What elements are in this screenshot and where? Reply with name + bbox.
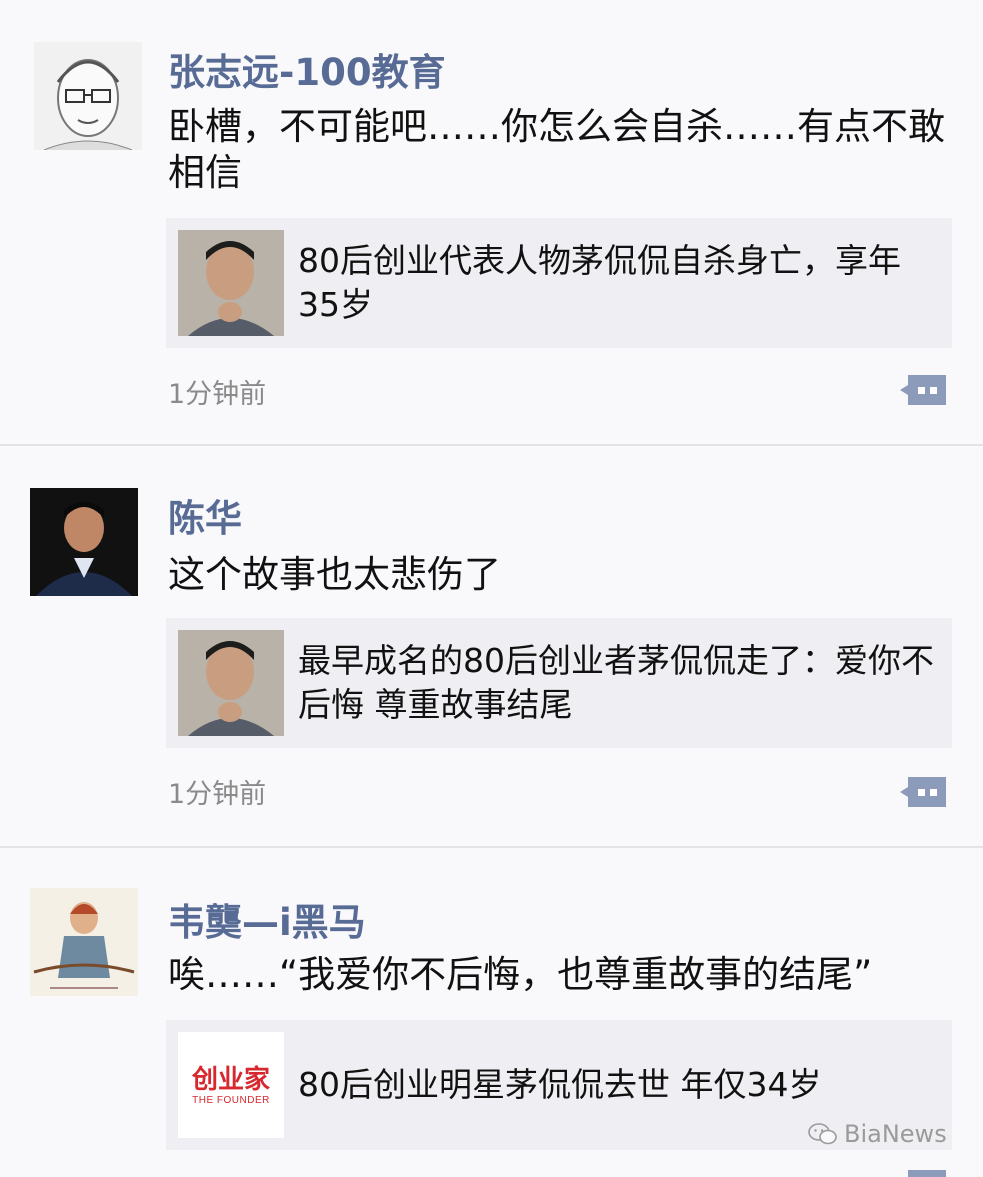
comment-icon [900,777,946,807]
watermark-text: BiaNews [844,1120,947,1148]
timestamp: 1分钟前 [168,379,267,410]
post-text: 这个故事也太悲伤了 [168,553,501,596]
comment-button[interactable] [898,373,948,407]
author-name[interactable]: 陈华 [168,488,242,542]
comment-button[interactable] [898,1168,948,1177]
avatar[interactable] [34,42,142,150]
link-title: 最早成名的80后创业者茅侃侃走了：爱你不后悔 尊重故事结尾 [298,641,934,724]
person-photo-image [178,230,284,336]
illustration-image [30,888,138,996]
timestamp: 1分钟前 [168,779,267,810]
wechat-icon [808,1123,837,1145]
person-photo-image [178,630,284,736]
comment-icon [900,375,946,405]
post-text: 唉……“我爱你不后悔，也尊重故事的结尾” [168,953,873,996]
avatar[interactable] [30,888,138,996]
founder-logo-subtext: THE FOUNDER [192,1094,270,1106]
link-title: 80后创业明星茅侃侃去世 年仅34岁 [298,1065,822,1104]
founder-logo-text: 创业家 [191,1064,270,1095]
link-thumbnail [178,230,284,336]
shared-link-card[interactable]: 最早成名的80后创业者茅侃侃走了：爱你不后悔 尊重故事结尾 [166,618,952,748]
author-name[interactable]: 韦龑—i黑马 [168,892,366,946]
post-divider [0,846,983,848]
person-photo-image [30,488,138,596]
post-text: 卧槽，不可能吧……你怎么会自杀……有点不敢相信 [168,105,945,194]
comment-icon [908,1170,946,1177]
watermark: BiaNews [808,1120,947,1148]
link-thumbnail [178,630,284,736]
link-title: 80后创业代表人物茅侃侃自杀身亡，享年35岁 [298,241,901,324]
sketch-portrait-image [34,42,142,150]
shared-link-card[interactable]: 80后创业代表人物茅侃侃自杀身亡，享年35岁 [166,218,952,348]
avatar[interactable] [30,488,138,596]
post-divider [0,444,983,446]
link-thumbnail: 创业家 THE FOUNDER [178,1032,284,1138]
author-name[interactable]: 张志远-100教育 [168,42,446,96]
comment-button[interactable] [898,775,948,809]
